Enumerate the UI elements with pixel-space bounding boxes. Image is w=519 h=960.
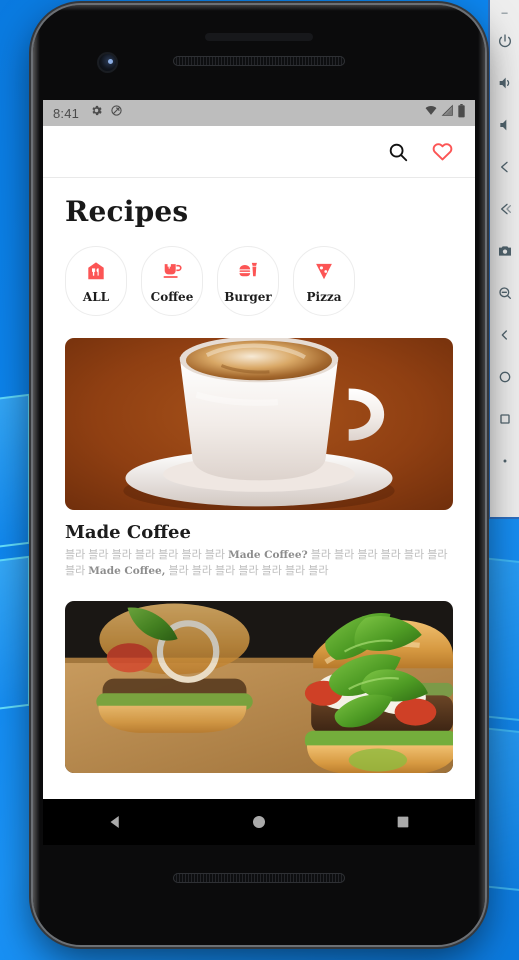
volume-up-icon[interactable] [492, 62, 518, 104]
zoom-out-icon[interactable] [492, 272, 518, 314]
recipe-card[interactable]: Made Coffee 블라 블라 블라 블라 블라 블라 블라 Made Co… [43, 338, 475, 579]
burger-basil-photo[interactable] [65, 601, 453, 773]
cappuccino-cup-photo[interactable] [65, 338, 453, 510]
recipe-card[interactable] [43, 601, 475, 773]
desc-text: 블라 블라 블라 블라 블라 블라 블라 [65, 549, 229, 561]
category-list: ALL Coffee Burger Pizza [43, 228, 475, 316]
status-left-icons [90, 104, 123, 122]
category-chip-burger[interactable]: Burger [217, 246, 279, 316]
desc-bold: Made Coffee, [88, 565, 166, 577]
minimize-button[interactable]: – [492, 6, 518, 20]
recents-square-icon[interactable] [373, 802, 433, 842]
category-chip-pizza[interactable]: Pizza [293, 246, 355, 316]
emulator-tool-panel[interactable]: – [488, 0, 519, 519]
category-label: Burger [224, 289, 272, 304]
phone-screen: 8:41 Recipes ALL Coffee Burger Pizza Mad… [43, 100, 475, 800]
page-title: Recipes [65, 195, 189, 228]
power-icon[interactable] [492, 20, 518, 62]
desc-bold: Made Coffee? [228, 549, 308, 561]
gear-icon [90, 104, 103, 122]
desc-text: 블라 블라 블라 블라 블라 블라 블라 [165, 565, 329, 577]
category-label: Coffee [150, 289, 194, 304]
search-icon[interactable] [387, 141, 409, 163]
bottom-speaker-grille [173, 873, 345, 883]
category-chip-all[interactable]: ALL [65, 246, 127, 316]
wallpaper-pane [0, 555, 30, 715]
status-right-icons [424, 103, 466, 123]
category-label: Pizza [306, 289, 342, 304]
pizza-slice-icon [313, 259, 335, 283]
android-nav-bar [43, 799, 475, 845]
desktop-background: – 8:41 Recipes ALL Coffee Burger Pizza M… [0, 0, 519, 960]
front-camera [97, 52, 118, 73]
category-label: ALL [82, 289, 110, 304]
recipe-title: Made Coffee [65, 522, 191, 543]
volume-down-icon[interactable] [492, 104, 518, 146]
sync-disabled-icon [110, 104, 123, 122]
home-circle-icon[interactable] [492, 356, 518, 398]
android-emulator-phone: 8:41 Recipes ALL Coffee Burger Pizza Mad… [33, 5, 485, 945]
back-triangle-icon[interactable] [85, 802, 145, 842]
recipe-description: 블라 블라 블라 블라 블라 블라 블라 Made Coffee? 블라 블라 … [65, 547, 453, 579]
top-speaker-grille [173, 56, 345, 66]
app-bar [43, 126, 475, 178]
camera-icon[interactable] [492, 230, 518, 272]
category-chip-coffee[interactable]: Coffee [141, 246, 203, 316]
status-time: 8:41 [53, 105, 80, 121]
home-circle-icon[interactable] [229, 802, 289, 842]
rotate-left-icon[interactable] [492, 146, 518, 188]
overview-square-icon[interactable] [492, 398, 518, 440]
wallpaper-pane [0, 393, 30, 553]
status-bar: 8:41 [43, 100, 475, 126]
battery-icon [457, 103, 466, 123]
wifi-icon [424, 104, 438, 122]
burger-drink-icon [237, 259, 260, 283]
restaurant-house-icon [85, 259, 107, 283]
heart-icon[interactable] [431, 140, 454, 163]
rotate-right-icon[interactable] [492, 188, 518, 230]
cellular-signal-icon [441, 104, 454, 122]
coffee-cup-icon [161, 259, 184, 283]
earpiece-speaker [205, 33, 313, 41]
more-dots-icon[interactable] [492, 440, 518, 482]
back-arrow-icon[interactable] [492, 314, 518, 356]
recipe-list: Made Coffee 블라 블라 블라 블라 블라 블라 블라 Made Co… [43, 316, 475, 773]
